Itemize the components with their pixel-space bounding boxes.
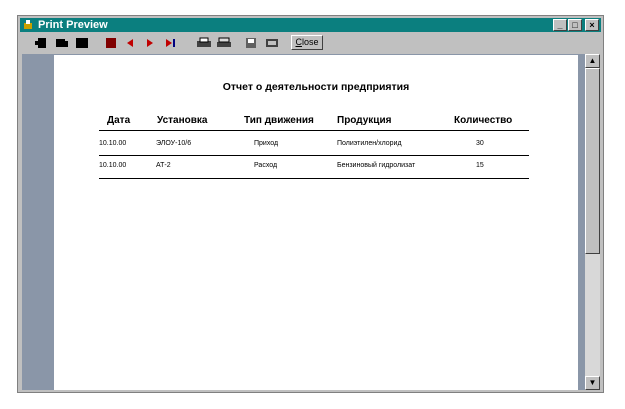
column-header-movement-type: Тип движения xyxy=(244,115,314,126)
table-cell: Бензиновый гидролизат xyxy=(337,162,416,169)
maximize-button[interactable]: □ xyxy=(568,19,582,31)
toolbar: Close xyxy=(20,34,601,52)
column-header-date: Дата xyxy=(107,115,131,126)
two-pages-icon[interactable] xyxy=(54,36,70,50)
scroll-thumb[interactable] xyxy=(585,68,600,254)
first-page-icon[interactable] xyxy=(104,36,118,50)
table-cell: Приход xyxy=(254,140,279,147)
scroll-down-icon[interactable]: ▼ xyxy=(585,376,600,390)
table-bottom-divider xyxy=(99,178,529,179)
table-cell: АТ-2 xyxy=(156,162,171,169)
column-header-unit: Установка xyxy=(157,115,208,126)
title-bar[interactable]: Print Preview _ □ × xyxy=(20,18,601,32)
print-preview-window: Print Preview _ □ × Close Отчет о деятел… xyxy=(17,15,604,393)
app-icon xyxy=(24,20,32,29)
header-divider xyxy=(99,130,529,131)
zoom-page-icon[interactable] xyxy=(74,36,90,50)
export-icon[interactable] xyxy=(264,36,280,50)
row-divider xyxy=(99,155,529,156)
close-window-button[interactable]: × xyxy=(585,19,599,31)
table-cell: 10.10.00 xyxy=(99,162,127,169)
single-page-icon[interactable] xyxy=(34,36,50,50)
close-preview-button[interactable]: Close xyxy=(291,35,323,50)
column-header-product: Продукция xyxy=(337,115,392,126)
last-page-icon[interactable] xyxy=(164,36,178,50)
minimize-button[interactable]: _ xyxy=(553,19,567,31)
prev-page-icon[interactable] xyxy=(124,36,136,50)
print-icon[interactable] xyxy=(216,36,232,50)
table-cell: ЭЛОУ-10/6 xyxy=(156,140,192,147)
report-title: Отчет о деятельности предприятия xyxy=(222,81,410,93)
print-setup-icon[interactable] xyxy=(196,36,212,50)
next-page-icon[interactable] xyxy=(144,36,156,50)
table-cell: Полиэтилен/хлорид xyxy=(337,140,402,147)
table-cell: 30 xyxy=(476,140,484,147)
preview-viewport: Отчет о деятельности предприятия Дата Ус… xyxy=(22,54,585,390)
save-icon[interactable] xyxy=(244,36,258,50)
table-cell: Расход xyxy=(254,162,278,169)
column-header-quantity: Количество xyxy=(454,115,513,126)
table-cell: 10.10.00 xyxy=(99,140,127,147)
window-title: Print Preview xyxy=(38,19,108,31)
vertical-scrollbar[interactable]: ▲ ▼ xyxy=(585,54,600,390)
report-page: Отчет о деятельности предприятия Дата Ус… xyxy=(54,55,578,390)
scroll-up-icon[interactable]: ▲ xyxy=(585,54,600,68)
table-cell: 15 xyxy=(476,162,484,169)
